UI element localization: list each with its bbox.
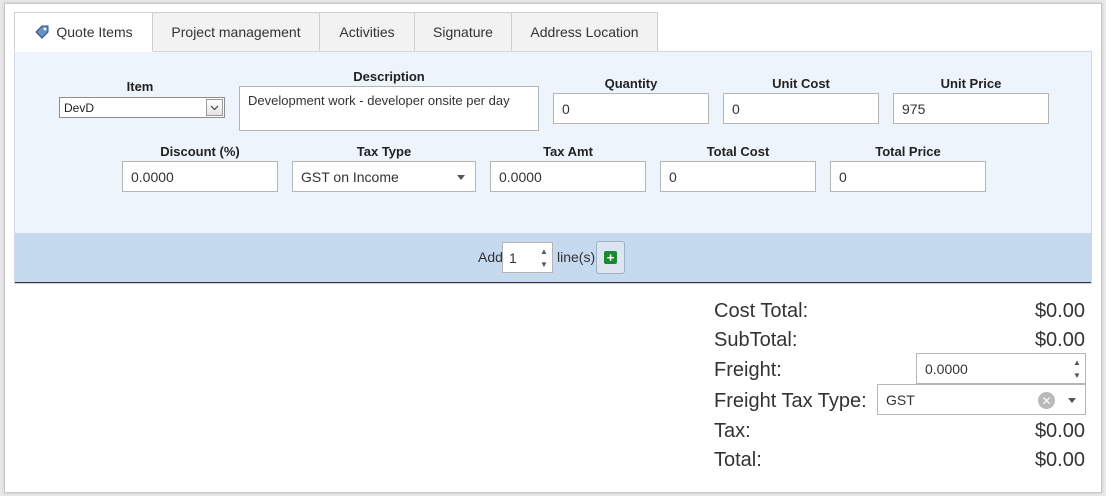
tab-bar: Quote Items Project management Activitie… (14, 12, 658, 52)
decrement-icon[interactable]: ▼ (539, 259, 549, 269)
tab-activities[interactable]: Activities (320, 12, 415, 52)
tax-label: Tax: (714, 420, 751, 442)
discount-label: Discount (%) (160, 144, 240, 159)
quantity-label: Quantity (604, 76, 658, 91)
tab-label: Quote Items (56, 24, 133, 40)
description-field[interactable]: Development work - developer onsite per … (239, 86, 539, 131)
freight-tax-type-value: GST (886, 391, 915, 408)
tab-address-location[interactable]: Address Location (512, 12, 658, 52)
freight-tax-type-label: Freight Tax Type: (714, 390, 867, 412)
total-cost-input[interactable]: 0 (660, 161, 816, 192)
description-label: Description (353, 69, 425, 84)
tab-label: Activities (339, 24, 395, 40)
description-value: Development work - developer onsite per … (248, 93, 510, 108)
price-tag-icon (34, 24, 50, 40)
cost-total-value: $0.00 (1034, 300, 1085, 322)
chevron-down-icon[interactable] (206, 99, 223, 116)
subtotal-label: SubTotal: (714, 329, 798, 351)
total-cost-value: 0 (669, 168, 677, 185)
tax-amt-value: 0.0000 (499, 168, 542, 185)
tab-quote-items[interactable]: Quote Items (14, 12, 153, 52)
discount-value: 0.0000 (131, 168, 174, 185)
tab-label: Project management (171, 24, 301, 40)
freight-tax-type-select[interactable]: GST ✕ (877, 384, 1086, 415)
quote-items-window: Quote Items Project management Activitie… (4, 3, 1102, 493)
total-price-value: 0 (839, 168, 847, 185)
add-lines-suffix: line(s) (557, 249, 596, 265)
quantity-value: 0 (562, 100, 570, 117)
quantity-input[interactable]: 0 (553, 93, 709, 124)
discount-input[interactable]: 0.0000 (122, 161, 278, 192)
caret-down-icon (457, 175, 465, 180)
tab-label: Address Location (530, 24, 639, 40)
quote-item-form: Item DevD Description Development work -… (14, 51, 1092, 284)
freight-value: 0.0000 (925, 360, 968, 377)
item-label: Item (126, 79, 154, 94)
plus-icon: + (604, 251, 617, 264)
increment-icon[interactable]: ▲ (1072, 357, 1082, 367)
total-cost-label: Total Cost (706, 144, 770, 159)
total-label: Total: (714, 449, 762, 471)
clear-icon[interactable]: ✕ (1038, 392, 1055, 409)
item-select[interactable]: DevD (59, 97, 225, 118)
add-lines-prefix: Add (478, 249, 503, 265)
cost-total-label: Cost Total: (714, 300, 809, 322)
tax-type-select[interactable]: GST on Income (292, 161, 476, 192)
line-count-stepper[interactable]: 1 ▲ ▼ (502, 242, 553, 273)
decrement-icon[interactable]: ▼ (1072, 370, 1082, 380)
add-line-button[interactable]: + (596, 241, 625, 274)
unit-price-label: Unit Price (940, 76, 1002, 91)
total-price-label: Total Price (875, 144, 941, 159)
unit-price-input[interactable]: 975 (893, 93, 1049, 124)
unit-price-value: 975 (902, 100, 926, 117)
tab-signature[interactable]: Signature (415, 12, 512, 52)
increment-icon[interactable]: ▲ (539, 246, 549, 256)
tax-value: $0.00 (1034, 420, 1085, 442)
unit-cost-input[interactable]: 0 (723, 93, 879, 124)
unit-cost-value: 0 (732, 100, 740, 117)
tax-amt-label: Tax Amt (543, 144, 593, 159)
unit-cost-label: Unit Cost (772, 76, 830, 91)
item-value: DevD (64, 100, 95, 115)
tax-amt-input[interactable]: 0.0000 (490, 161, 646, 192)
line-count-value: 1 (509, 249, 517, 266)
tax-type-label: Tax Type (356, 144, 412, 159)
total-price-input[interactable]: 0 (830, 161, 986, 192)
subtotal-value: $0.00 (1034, 329, 1085, 351)
total-value: $0.00 (1034, 449, 1085, 471)
add-lines-bar: Add 1 ▲ ▼ line(s) + (15, 233, 1091, 283)
freight-label: Freight: (714, 359, 782, 381)
caret-down-icon[interactable] (1068, 398, 1076, 403)
tax-type-value: GST on Income (301, 168, 399, 185)
tab-label: Signature (433, 24, 493, 40)
tab-project-management[interactable]: Project management (153, 12, 320, 52)
freight-input[interactable]: 0.0000 ▲ ▼ (916, 353, 1086, 384)
